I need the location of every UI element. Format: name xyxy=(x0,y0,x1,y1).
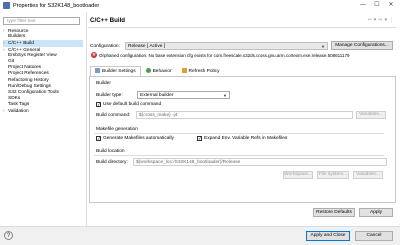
refresh-policy-icon xyxy=(181,67,187,73)
location-variables-button[interactable]: Variables... xyxy=(353,171,383,179)
file-system-button[interactable]: File system... xyxy=(317,171,349,179)
window-title: Properties for S32K148_bootloader xyxy=(13,3,100,9)
build-command-label: Build command: xyxy=(96,113,131,118)
builder-type-label: Builder type: xyxy=(96,93,123,98)
behavior-icon xyxy=(145,67,151,73)
tree-item-label: Refactoring History xyxy=(8,77,49,83)
warning-text: Orphaned configuration. No base extensio… xyxy=(99,53,350,58)
builder-group-title: Builder xyxy=(96,81,111,86)
manage-configurations-button[interactable]: Manage Configurations... xyxy=(331,41,393,50)
use-default-command-checkbox[interactable]: ✓ xyxy=(96,102,101,107)
back-menu-icon[interactable]: ▾ xyxy=(374,17,377,23)
group-border xyxy=(94,133,384,134)
workspace-button[interactable]: Workspace... xyxy=(283,171,313,179)
cancel-button[interactable]: Cancel xyxy=(355,231,393,241)
build-directory-label: Build directory: xyxy=(96,160,128,165)
generate-makefiles-label: Generate Makefiles automatically xyxy=(103,136,174,141)
chevron-down-icon: ▼ xyxy=(223,93,227,98)
generate-makefiles-checkbox[interactable]: ✓ xyxy=(96,136,101,141)
filter-input[interactable]: type filter text xyxy=(3,17,80,25)
tree-item-label: S32 Configuration Tools xyxy=(8,89,59,95)
maximize-button[interactable]: ☐ xyxy=(370,1,384,10)
restore-defaults-button[interactable]: Restore Defaults xyxy=(313,208,355,217)
build-command-field[interactable]: ${cross_make} -j4 xyxy=(136,111,353,119)
tree-item-label: Project References xyxy=(8,71,49,77)
tree-item-label: Run/Debug Settings xyxy=(8,83,51,89)
configuration-label: Configuration: xyxy=(90,44,120,49)
tree-item-label: EmbSys Register View xyxy=(8,52,57,58)
build-command-variables-button[interactable]: Variables... xyxy=(356,111,386,119)
configuration-select[interactable]: Release [ Active ] ▼ xyxy=(125,42,328,50)
property-tree: › Resource Builders › C/C++ Build › C/C++ Gene… xyxy=(3,28,83,115)
close-button[interactable]: ✕ xyxy=(384,1,398,10)
tree-item-label: SDKs xyxy=(8,96,21,102)
chevron-down-icon: ▼ xyxy=(321,44,325,49)
minimize-button[interactable]: — xyxy=(356,1,370,10)
builder-type-select[interactable]: External builder ▼ xyxy=(137,91,230,99)
tree-item-label: Git xyxy=(8,58,15,64)
title-bar: Properties for S32K148_bootloader — ☐ ✕ xyxy=(0,0,400,12)
app-icon xyxy=(3,2,10,9)
expand-env-refs-checkbox[interactable]: ✓ xyxy=(197,136,202,141)
group-border xyxy=(94,155,384,156)
apply-button[interactable]: Apply xyxy=(359,208,393,217)
tab-bar: Builder Settings Behavior Refresh Policy xyxy=(90,66,224,76)
apply-and-close-button[interactable]: Apply and Close xyxy=(306,231,350,241)
tab-behavior[interactable]: Behavior xyxy=(141,66,177,76)
tree-item-label: Builders xyxy=(8,34,26,40)
pane-splitter[interactable] xyxy=(86,12,87,226)
tree-item-validation[interactable]: › Validation xyxy=(3,108,83,114)
back-icon[interactable]: ⇦ xyxy=(368,17,372,23)
error-icon: ✕ xyxy=(91,52,97,58)
tree-item-label: Project Natures xyxy=(8,65,42,71)
use-default-command-label: Use default build command xyxy=(103,102,162,107)
tree-item-label: Task Tags xyxy=(8,102,30,108)
build-directory-field[interactable]: ${workspace_loc:/S32K148_bootloader}/Rel… xyxy=(133,158,387,166)
location-group-title: Build location xyxy=(96,149,125,154)
tab-builder-settings[interactable]: Builder Settings xyxy=(90,66,141,76)
builder-settings-icon xyxy=(95,67,100,73)
more-menu-icon[interactable]: ⋮ xyxy=(389,17,394,23)
properties-dialog: Properties for S32K148_bootloader — ☐ ✕ … xyxy=(0,0,400,245)
page-navigation: ⇦ ▾ ⇨ ▾ ⋮ xyxy=(368,17,394,23)
help-icon[interactable]: ? xyxy=(4,231,13,240)
dialog-footer: ? Apply and Close Cancel xyxy=(0,226,400,245)
tab-refresh-policy[interactable]: Refresh Policy xyxy=(177,66,225,76)
tree-item-label: Validation xyxy=(8,109,29,115)
forward-menu-icon[interactable]: ▾ xyxy=(384,17,387,23)
divider xyxy=(88,27,396,28)
expand-env-refs-label: Expand Env. Variable Refs in Makefiles xyxy=(204,136,288,141)
forward-icon[interactable]: ⇨ xyxy=(378,17,382,23)
makefile-group-title: Makefile generation xyxy=(96,127,138,132)
page-title: C/C++ Build xyxy=(90,17,126,24)
